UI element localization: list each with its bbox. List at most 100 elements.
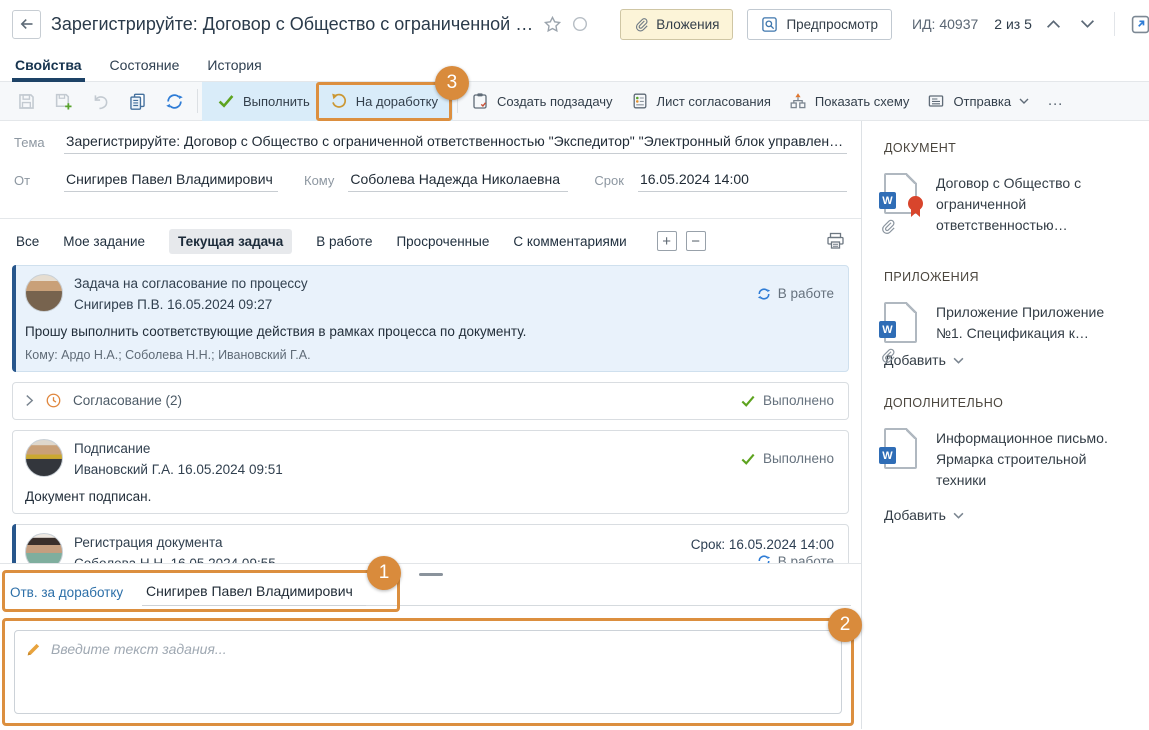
expand-all-button[interactable]: +: [657, 231, 677, 251]
chevron-down-icon: [1080, 19, 1095, 29]
group-title: Согласование (2): [73, 393, 182, 408]
execute-button[interactable]: Выполнить: [208, 86, 319, 117]
expand-collapse-group: + −: [657, 231, 706, 251]
attachments-button[interactable]: Вложения: [620, 9, 733, 40]
filter-all[interactable]: Все: [16, 234, 39, 249]
undo-icon: [91, 92, 110, 111]
participants-row: От Снигирев Павел Владимирович Кому Собо…: [8, 171, 847, 192]
section-title: ПРИЛОЖЕНИЯ: [884, 270, 1137, 284]
tab-properties[interactable]: Свойства: [15, 48, 82, 81]
main-pane: Тема Зарегистрируйте: Договор с Общество…: [0, 121, 862, 729]
create-subtask-button[interactable]: Создать подзадачу: [462, 86, 622, 117]
save-button[interactable]: [8, 86, 45, 117]
word-document-icon: W: [884, 173, 917, 214]
to-label: Кому: [304, 173, 334, 192]
approval-sheet-label: Лист согласования: [657, 94, 771, 109]
responsible-field-line: [366, 578, 851, 606]
preview-button[interactable]: Предпросмотр: [747, 9, 892, 40]
attachment-item-letter[interactable]: W Информационное письмо. Ярмарка строите…: [884, 428, 1137, 491]
from-label: От: [8, 173, 64, 192]
card-titles: Подписание Ивановский Г.А. 16.05.2024 09…: [74, 439, 283, 481]
to-field[interactable]: Соболева Надежда Николаевна: [348, 171, 568, 192]
card-body-text: Прошу выполнить соответствующие действия…: [13, 318, 848, 348]
subject-row: Тема Зарегистрируйте: Договор с Общество…: [8, 133, 847, 154]
attachment-title: Приложение Приложение №1. Спецификация к…: [936, 302, 1108, 344]
header-bar: Зарегистрируйте: Договор с Общество с ог…: [0, 0, 1149, 48]
attachment-title: Договор с Общество с ограниченной ответс…: [936, 173, 1108, 236]
pager-counter: 2 из 5: [994, 16, 1032, 32]
card-deadline: Срок: 16.05.2024 14:00: [691, 537, 834, 552]
chevron-down-icon: [1019, 98, 1029, 104]
card-header: Подписание Ивановский Г.А. 16.05.2024 09…: [13, 431, 848, 483]
paperclip-icon: [634, 17, 648, 32]
preview-icon: [761, 16, 778, 33]
signature-seal-icon: [908, 196, 923, 211]
filter-overdue[interactable]: Просроченные: [396, 234, 489, 249]
from-field[interactable]: Снигирев Павел Владимирович: [64, 171, 278, 192]
attachment-item-contract[interactable]: W Договор с Общество с ограниченной отве…: [884, 173, 1137, 236]
feed-card-signing[interactable]: Подписание Ивановский Г.А. 16.05.2024 09…: [12, 430, 849, 514]
undo-button[interactable]: [82, 86, 119, 117]
save-plus-icon: [54, 92, 73, 111]
back-button[interactable]: [12, 10, 41, 39]
star-icon[interactable]: [543, 15, 562, 34]
card-status: Выполнено: [740, 439, 834, 467]
card-title: Задача на согласование по процессу: [74, 274, 308, 295]
attachment-item-appendix[interactable]: W Приложение Приложение №1. Спецификация…: [884, 302, 1137, 344]
send-button[interactable]: Отправка: [918, 86, 1038, 117]
show-scheme-button[interactable]: Показать схему: [780, 86, 919, 117]
feed-card-registration[interactable]: Регистрация документа Соболева Н.Н. 16.0…: [12, 524, 849, 563]
responsible-label[interactable]: Отв. за доработку: [8, 585, 142, 606]
tab-history[interactable]: История: [207, 48, 261, 81]
status-text: В работе: [778, 554, 834, 563]
status-text: В работе: [778, 286, 834, 301]
copy-icon: [128, 92, 147, 111]
section-attachments: ПРИЛОЖЕНИЯ W Приложение Приложение №1. С…: [884, 270, 1137, 368]
feed-group-approval[interactable]: Согласование (2) Выполнено: [12, 382, 849, 420]
task-text-input[interactable]: [15, 631, 841, 713]
responsible-row: Отв. за доработку Снигирев Павел Владими…: [8, 578, 851, 606]
action-group: Выполнить На доработку 3: [202, 82, 453, 121]
annotation-box-2: 2: [2, 618, 854, 726]
expand-icon: [1131, 15, 1149, 34]
filter-in-progress[interactable]: В работе: [316, 234, 372, 249]
previous-item-button[interactable]: [1042, 12, 1066, 36]
responsible-field[interactable]: Снигирев Павел Владимирович: [142, 583, 366, 606]
pane-resize-handle[interactable]: [419, 573, 443, 576]
toolbar: Выполнить На доработку 3 Создать подзада…: [0, 82, 1149, 121]
subject-field[interactable]: Зарегистрируйте: Договор с Общество с ог…: [64, 133, 847, 154]
word-document-icon: W: [884, 428, 917, 469]
refresh-button[interactable]: [156, 86, 193, 117]
card-title: Регистрация документа: [74, 533, 276, 554]
task-window: Зарегистрируйте: Договор с Общество с ог…: [0, 0, 1149, 730]
pencil-icon: [26, 642, 41, 657]
deadline-field[interactable]: 16.05.2024 14:00: [638, 171, 847, 192]
filter-current-task[interactable]: Текущая задача: [169, 229, 292, 254]
add-additional-button[interactable]: Добавить: [884, 507, 1137, 523]
approval-sheet-button[interactable]: Лист согласования: [622, 86, 780, 117]
page-title: Зарегистрируйте: Договор с Общество с ог…: [51, 14, 533, 35]
feed-card-approval-task[interactable]: Задача на согласование по процессу Сниги…: [12, 265, 849, 372]
avatar: [25, 533, 63, 563]
filter-my-assignment[interactable]: Мое задание: [63, 234, 145, 249]
rework-button[interactable]: На доработку: [321, 86, 447, 117]
collapse-all-button[interactable]: −: [686, 231, 706, 251]
in-progress-icon: [757, 554, 771, 563]
more-actions-button[interactable]: …: [1038, 86, 1074, 117]
paperclip-icon: [880, 348, 895, 363]
preview-label: Предпросмотр: [786, 17, 878, 32]
attachment-title: Информационное письмо. Ярмарка строитель…: [936, 428, 1108, 491]
create-subtask-label: Создать подзадачу: [497, 94, 613, 109]
filter-with-comments[interactable]: С комментариями: [513, 234, 626, 249]
next-item-button[interactable]: [1076, 12, 1100, 36]
check-icon: [217, 92, 235, 110]
open-in-new-window-button[interactable]: [1129, 12, 1149, 36]
save-and-create-button[interactable]: [45, 86, 82, 117]
tab-state[interactable]: Состояние: [110, 48, 180, 81]
add-attachment-button[interactable]: Добавить: [884, 352, 1137, 368]
section-additional: ДОПОЛНИТЕЛЬНО W Информационное письмо. Я…: [884, 396, 1137, 523]
copy-button[interactable]: [119, 86, 156, 117]
add-label: Добавить: [884, 507, 946, 523]
task-text-input-wrap: [14, 630, 842, 714]
print-button[interactable]: [826, 232, 845, 250]
